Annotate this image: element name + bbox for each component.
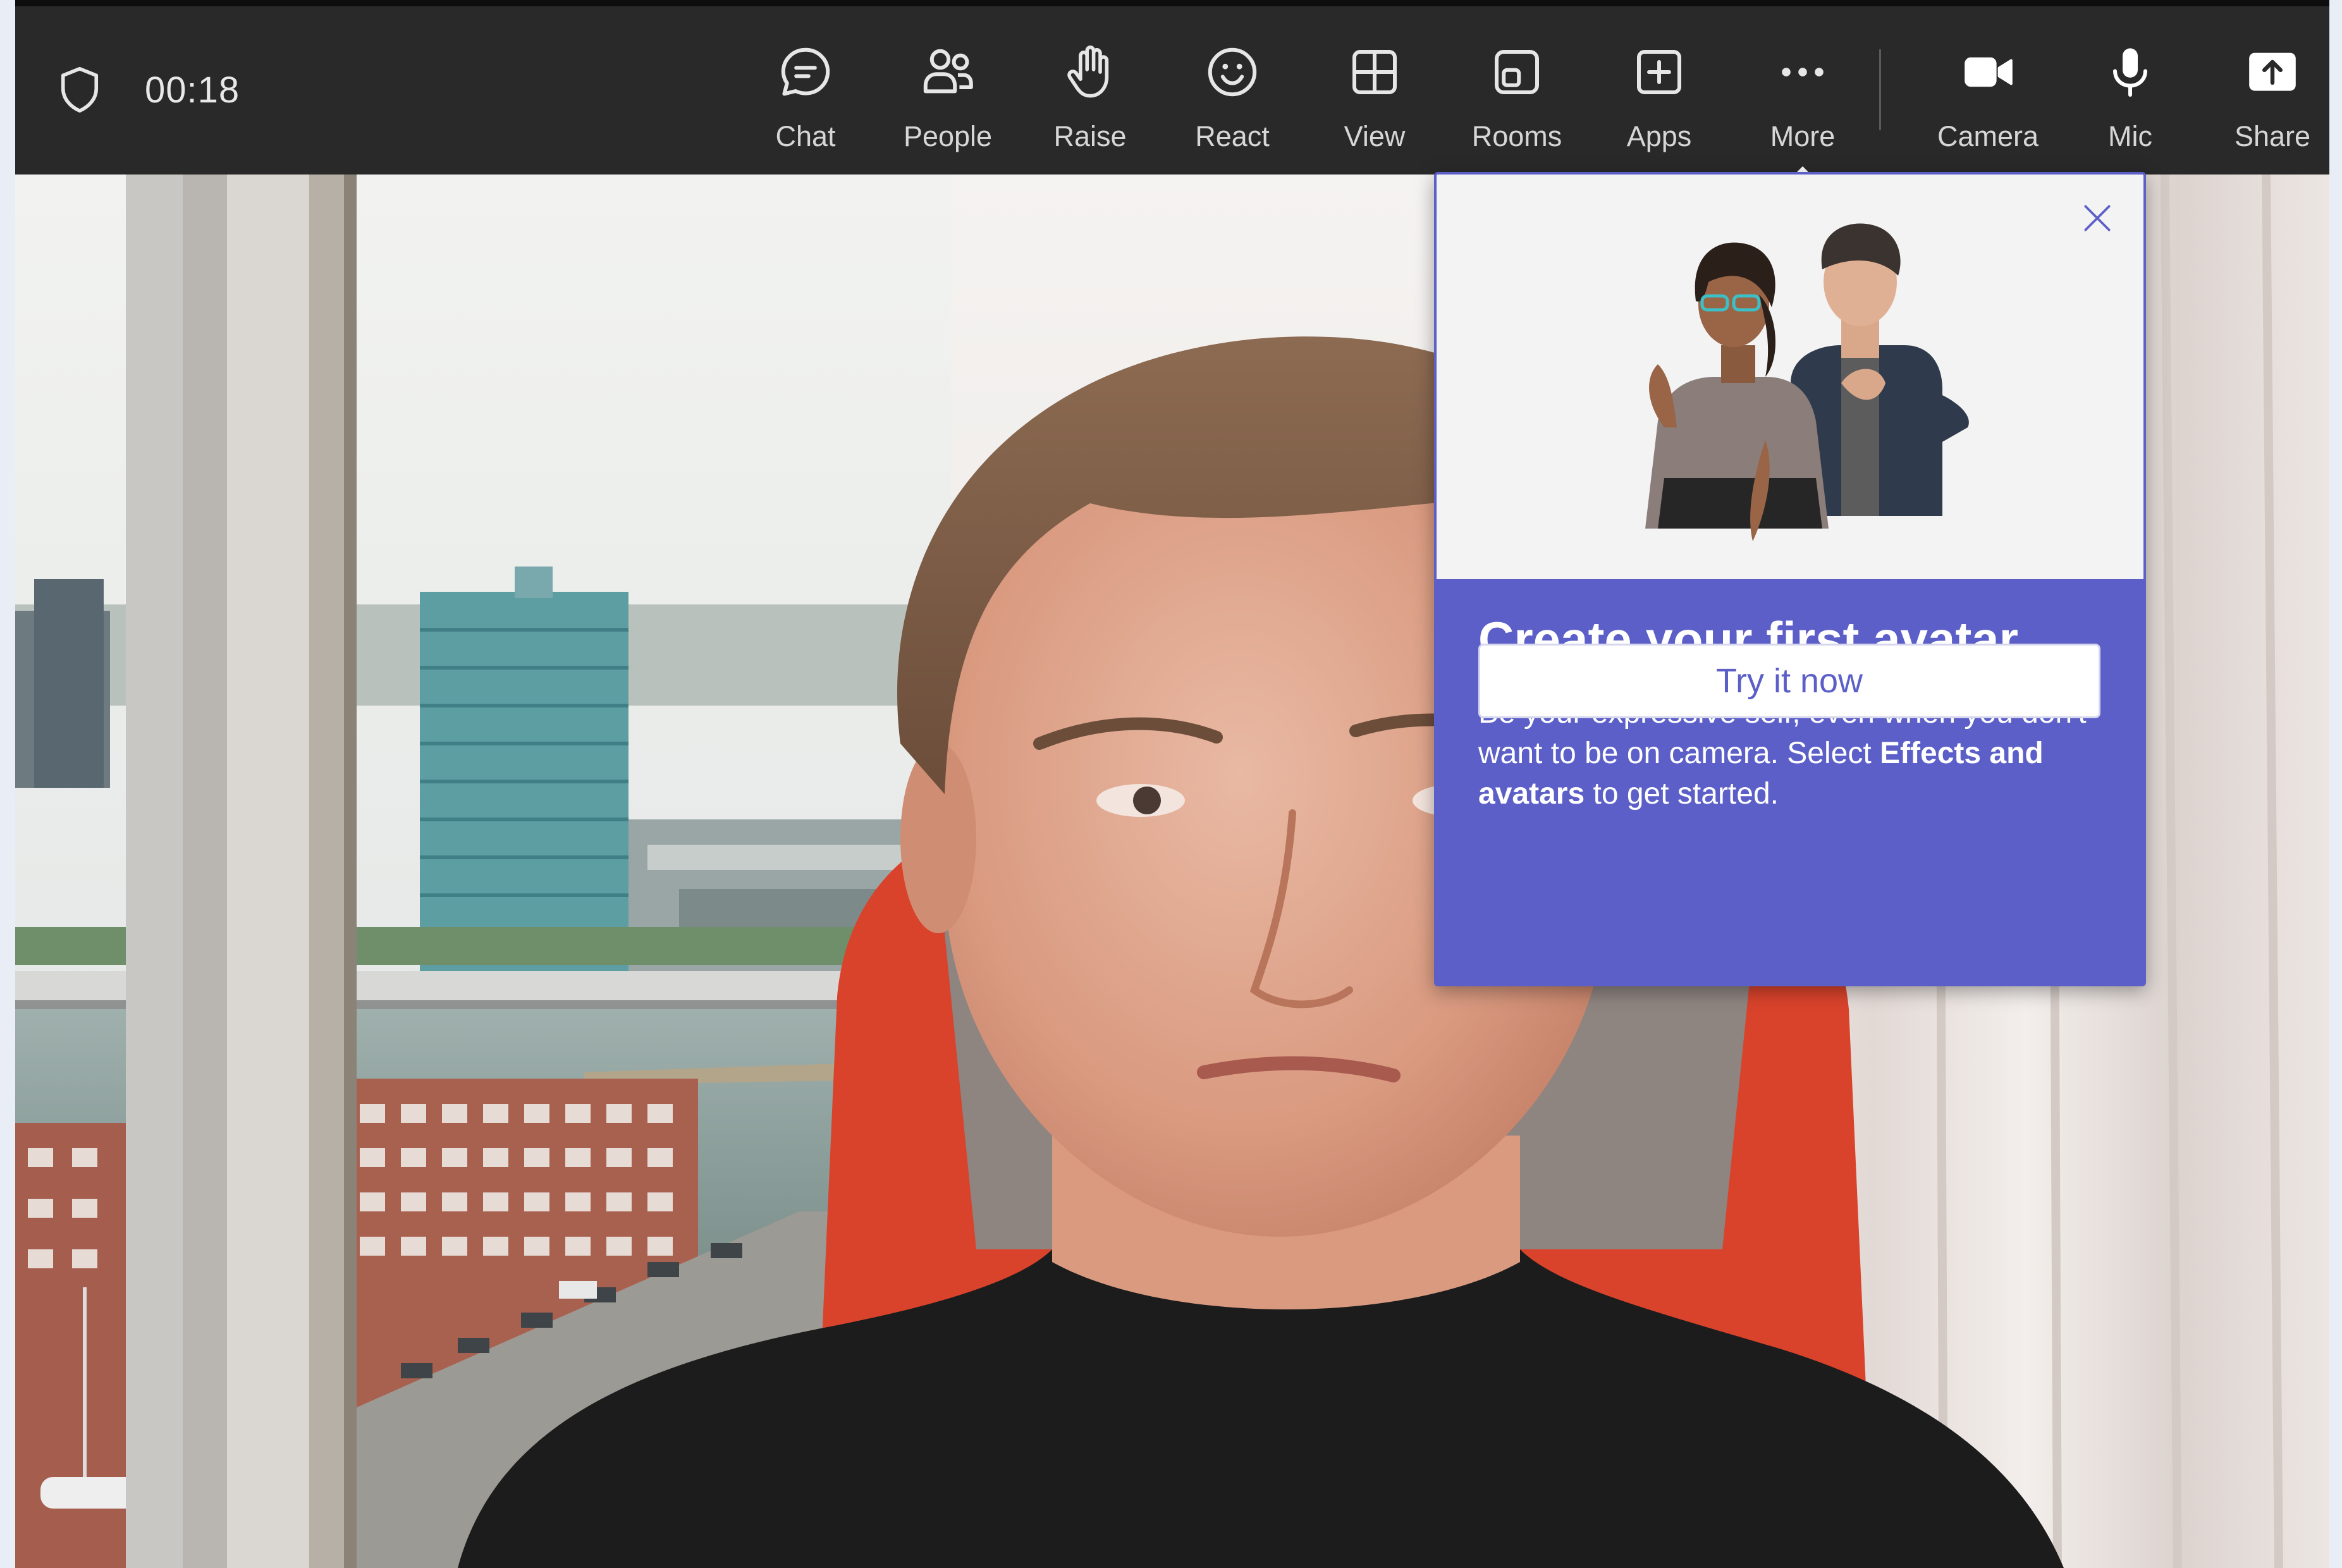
rooms-icon (1495, 50, 1539, 94)
shield-icon[interactable] (53, 63, 106, 116)
raise-hand-icon (1067, 46, 1109, 98)
popover-close-button[interactable] (2069, 190, 2126, 247)
mic-label: Mic (2108, 120, 2152, 152)
popover-body: Create your first avatar Be your express… (1437, 579, 2143, 984)
mic-icon (2113, 48, 2147, 97)
chat-label: Chat (775, 120, 836, 152)
react-label: React (1195, 120, 1270, 152)
camera-icon (1965, 57, 2013, 87)
people-label: People (903, 120, 993, 152)
toolbar-separator (1879, 49, 1881, 130)
people-button[interactable]: People (885, 35, 1011, 162)
avatar-promo-popover: Create your first avatar Be your express… (1434, 172, 2146, 986)
meeting-timer: 00:18 (145, 70, 240, 111)
chat-button[interactable]: Chat (742, 35, 869, 162)
mic-button[interactable]: Mic (2067, 35, 2193, 162)
avatars-illustration-image (1645, 223, 1969, 541)
view-label: View (1344, 120, 1406, 152)
camera-label: Camera (1937, 120, 2039, 152)
react-smiley-icon (1208, 47, 1257, 97)
apps-label: Apps (1626, 120, 1692, 152)
more-button[interactable]: More (1739, 35, 1866, 162)
more-label: More (1770, 120, 1836, 152)
view-button[interactable]: View (1311, 35, 1438, 162)
share-tray-icon (2249, 52, 2296, 91)
apps-plus-icon (1637, 50, 1681, 94)
raise-hand-button[interactable]: Raise (1027, 35, 1153, 162)
view-grid-icon (1352, 50, 1397, 94)
apps-button[interactable]: Apps (1596, 35, 1722, 162)
avatar-illustration (1437, 175, 2143, 579)
share-button[interactable]: Share (2209, 35, 2329, 162)
more-ellipsis-icon (1782, 68, 1824, 77)
rooms-label: Rooms (1471, 120, 1562, 152)
people-icon (923, 49, 973, 94)
popover-text-part2: to get started. (1585, 777, 1779, 811)
chat-icon (781, 47, 830, 96)
try-it-now-button[interactable]: Try it now (1478, 644, 2100, 718)
camera-button[interactable]: Camera (1925, 35, 2051, 162)
share-label: Share (2234, 120, 2311, 152)
raise-label: Raise (1053, 120, 1127, 152)
close-icon (2084, 205, 2111, 231)
meeting-window: 00:18 Chat People Raise React View Rooms… (15, 0, 2329, 1568)
rooms-button[interactable]: Rooms (1454, 35, 1580, 162)
react-button[interactable]: React (1169, 35, 1296, 162)
meeting-toolbar: 00:18 Chat People Raise React View Rooms… (15, 0, 2329, 181)
